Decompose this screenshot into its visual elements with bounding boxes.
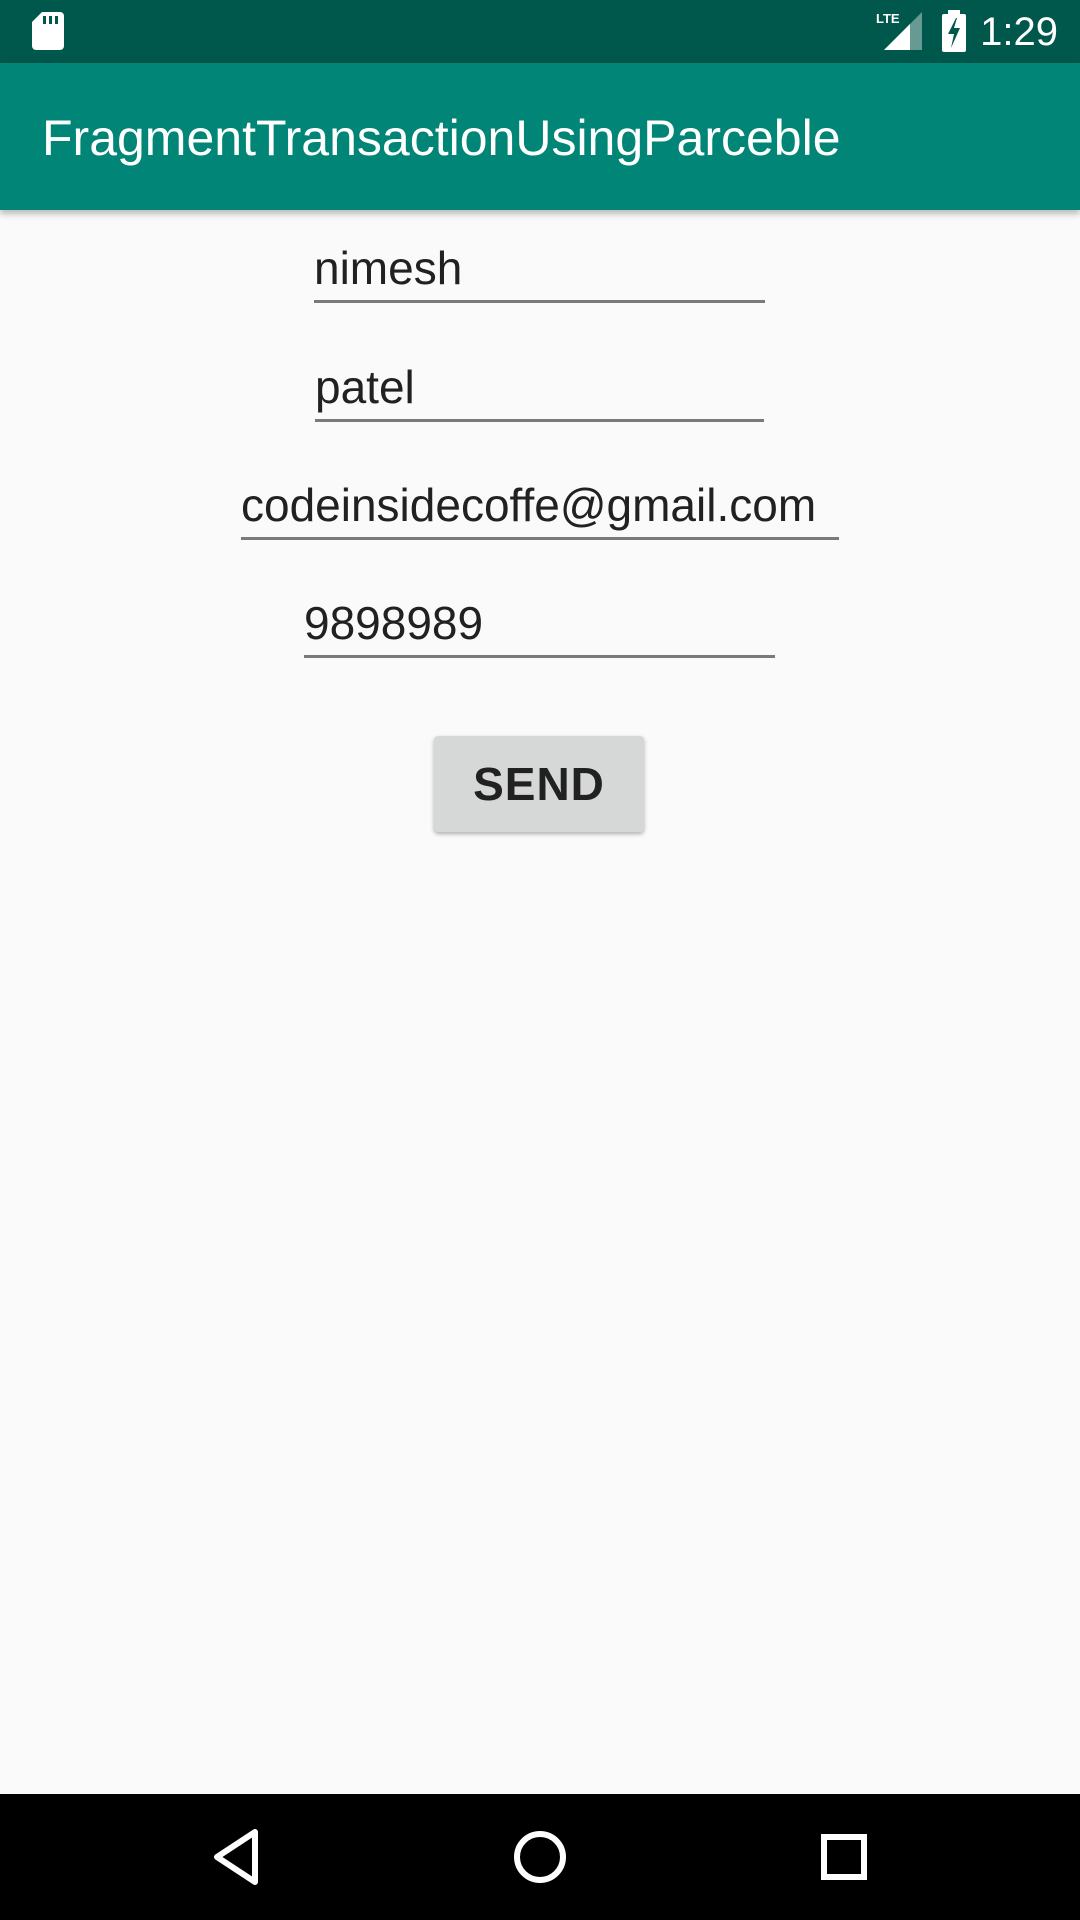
last-name-field[interactable] [315,355,764,425]
network-label: LTE [876,11,900,26]
app-title: FragmentTransactionUsingParceble [42,110,841,166]
home-icon[interactable] [505,1822,575,1892]
status-clock: 1:29 [980,10,1058,54]
lte-signal-icon: LTE [876,11,922,50]
send-button[interactable]: SEND [434,736,644,832]
last-name-input[interactable] [315,355,764,422]
email-input[interactable] [241,473,839,540]
back-icon[interactable] [201,1822,271,1892]
first-name-field[interactable] [314,236,765,306]
recents-icon[interactable] [809,1822,879,1892]
sd-card-icon [32,12,64,50]
email-field[interactable] [241,473,839,543]
phone-input[interactable] [304,591,775,658]
phone-field[interactable] [304,591,775,661]
navigation-bar [0,1794,1080,1920]
status-bar: LTE 1:29 [0,0,1080,63]
app-bar: FragmentTransactionUsingParceble [0,63,1080,210]
screen: LTE 1:29 FragmentTransactionUsingParcebl… [0,0,1080,1920]
first-name-input[interactable] [314,236,765,303]
battery-charging-icon [942,10,966,52]
